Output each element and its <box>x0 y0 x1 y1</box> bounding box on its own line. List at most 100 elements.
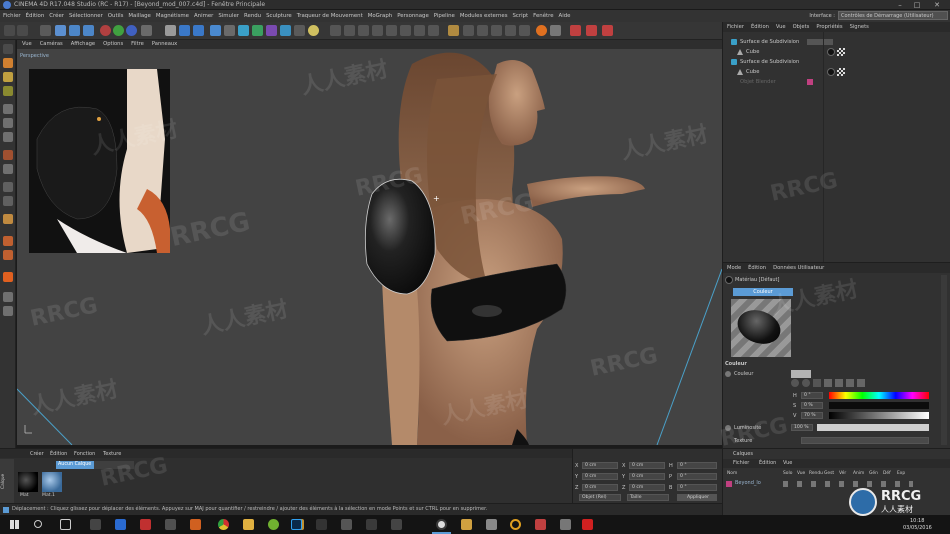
menu-traqueur[interactable]: Traqueur de Mouvement <box>294 10 365 19</box>
texture-slot[interactable] <box>801 437 929 444</box>
tool-icon-5[interactable] <box>386 25 397 36</box>
close-button[interactable]: ✕ <box>930 0 944 10</box>
vp-menu-filtre[interactable]: Filtre <box>126 40 147 47</box>
lock-icon[interactable] <box>3 250 13 260</box>
tool-icon-8[interactable] <box>428 25 439 36</box>
mm-tab-creer[interactable]: Créer <box>30 451 44 457</box>
menu-fenetre[interactable]: Fenêtre <box>530 10 555 19</box>
menu-animer[interactable]: Animer <box>191 10 215 19</box>
maximize-button[interactable]: □ <box>910 0 924 10</box>
minimize-button[interactable]: – <box>893 0 907 10</box>
menu-creer[interactable]: Créer <box>46 10 66 19</box>
reference-image[interactable] <box>29 69 170 253</box>
menu-personnage[interactable]: Personnage <box>394 10 431 19</box>
array-icon[interactable] <box>252 25 263 36</box>
vp-menu-cameras[interactable]: Caméras <box>35 40 66 47</box>
object-row[interactable]: Surface de Subdivision <box>723 37 950 47</box>
h-field[interactable]: 0 ° <box>801 392 823 399</box>
search-icon[interactable] <box>34 520 42 528</box>
size-y-field[interactable]: 0 cm <box>629 473 665 480</box>
layer-tab-edition[interactable]: Édition <box>759 460 776 466</box>
tool-icon-10[interactable] <box>477 25 488 36</box>
render-view-icon[interactable] <box>165 25 176 36</box>
object-row[interactable]: Cube <box>723 67 950 77</box>
printer-icon[interactable] <box>341 519 352 530</box>
brightness-toggle-icon[interactable] <box>725 425 731 431</box>
windows-start-icon[interactable] <box>10 520 19 529</box>
om-tab-fichier[interactable]: Fichier <box>723 22 747 30</box>
rotation-h-field[interactable]: 0 ° <box>677 462 717 469</box>
mm-tab-edition[interactable]: Édition <box>50 451 67 457</box>
floor-icon[interactable] <box>280 25 291 36</box>
position-x-field[interactable]: 0 cm <box>582 462 618 469</box>
app-icon-3[interactable] <box>140 519 151 530</box>
attribute-scrollbar[interactable] <box>941 275 947 445</box>
om-tab-objets[interactable]: Objets <box>789 22 813 30</box>
light-icon[interactable] <box>308 25 319 36</box>
tool-icon-17[interactable] <box>602 25 613 36</box>
color-toggle-icon[interactable] <box>725 371 731 377</box>
vp-menu-affichage[interactable]: Affichage <box>66 40 98 47</box>
om-tab-vue[interactable]: Vue <box>772 22 789 30</box>
model-mode-icon[interactable] <box>3 58 13 68</box>
app-icon-8[interactable] <box>535 519 546 530</box>
texture-mode-icon[interactable] <box>3 72 13 82</box>
menu-sculpture[interactable]: Sculpture <box>263 10 294 19</box>
layer-icon[interactable] <box>3 236 13 246</box>
layer-filter-tab[interactable]: Aucun Calque <box>56 461 94 469</box>
size-mode-dropdown[interactable]: Taille <box>627 494 669 501</box>
menu-rendu[interactable]: Rendu <box>241 10 263 19</box>
v-field[interactable]: 70 % <box>801 412 823 419</box>
app-icon-5[interactable] <box>190 519 201 530</box>
om-tab-edition[interactable]: Édition <box>747 22 772 30</box>
utorrent-icon[interactable] <box>268 519 279 530</box>
chrome-icon[interactable] <box>218 519 229 530</box>
folder-icon-2[interactable] <box>461 519 472 530</box>
menu-simuler[interactable]: Simuler <box>215 10 241 19</box>
workplane-icon[interactable] <box>3 86 13 96</box>
tweak-icon[interactable] <box>3 164 13 174</box>
undo-icon[interactable] <box>4 25 15 36</box>
subdivision-icon[interactable] <box>238 25 249 36</box>
am-tab-user-data[interactable]: Données Utilisateur <box>769 263 827 271</box>
y-axis-icon[interactable] <box>113 25 124 36</box>
menu-fichier[interactable]: Fichier <box>0 10 23 19</box>
s-field[interactable]: 0 % <box>801 402 823 409</box>
rotation-p-field[interactable]: 0 ° <box>677 473 717 480</box>
tool-icon-a[interactable] <box>3 272 13 282</box>
tool-icon-11[interactable] <box>491 25 502 36</box>
om-tab-proprietes[interactable]: Propriétés <box>812 22 845 30</box>
saturation-slider[interactable] <box>829 402 929 409</box>
am-tab-mode[interactable]: Mode <box>723 263 744 271</box>
mm-tab-texture[interactable]: Texture <box>103 451 121 457</box>
cinema4d-icon[interactable] <box>436 519 447 530</box>
position-z-field[interactable]: 0 cm <box>582 484 618 491</box>
coord-system-icon[interactable] <box>141 25 152 36</box>
tool-icon-16[interactable] <box>586 25 597 36</box>
rotate-icon[interactable] <box>83 25 94 36</box>
object-row[interactable]: Surface de Subdivision <box>723 57 950 67</box>
move-icon[interactable] <box>55 25 66 36</box>
red-app-icon[interactable] <box>582 519 593 530</box>
3d-viewport[interactable]: + <box>17 49 722 445</box>
menu-edition[interactable]: Édition <box>23 10 47 19</box>
tool-icon-12[interactable] <box>505 25 516 36</box>
shoulder-pad-mesh[interactable] <box>364 178 436 295</box>
apply-button[interactable]: Appliquer <box>677 494 717 501</box>
app-icon-6[interactable] <box>391 519 402 530</box>
tool-icon-3[interactable] <box>358 25 369 36</box>
tool-icon-9[interactable] <box>463 25 474 36</box>
maxon-icon[interactable] <box>366 519 377 530</box>
cube-icon[interactable] <box>210 25 221 36</box>
sculpt-icon[interactable] <box>3 214 13 224</box>
menu-outils[interactable]: Outils <box>105 10 126 19</box>
record-icon[interactable] <box>536 25 547 36</box>
menu-mograph[interactable]: MoGraph <box>365 10 394 19</box>
folder-icon[interactable] <box>243 519 254 530</box>
layer-tab-vue[interactable]: Vue <box>783 460 792 466</box>
tool-icon-14[interactable] <box>550 25 561 36</box>
pin-icon[interactable] <box>560 519 571 530</box>
hue-slider[interactable] <box>829 392 929 399</box>
redo-icon[interactable] <box>17 25 28 36</box>
size-x-field[interactable]: 0 cm <box>629 462 665 469</box>
